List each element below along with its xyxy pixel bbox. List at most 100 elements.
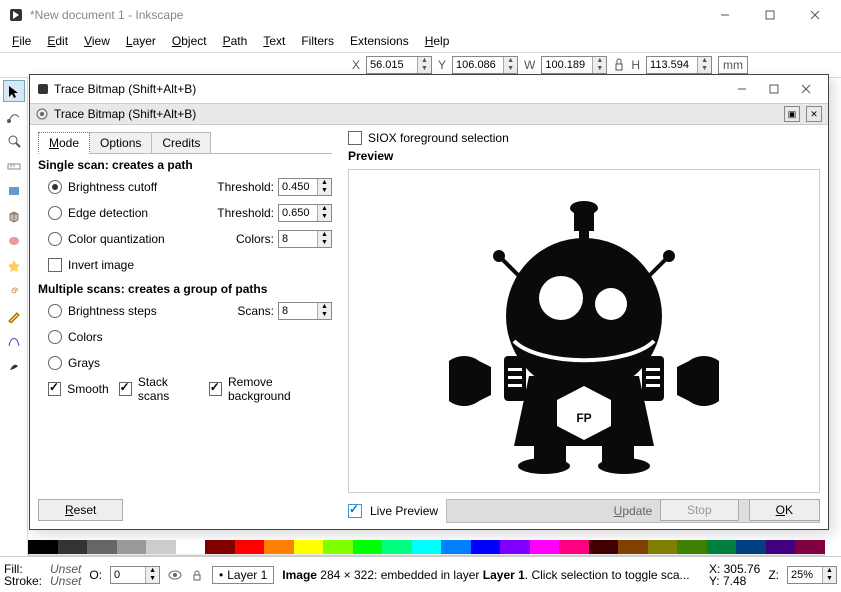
pencil-tool[interactable] bbox=[3, 305, 25, 327]
measure-tool[interactable] bbox=[3, 155, 25, 177]
coord-x-input[interactable]: ▲▼ bbox=[366, 56, 432, 74]
color-palette[interactable] bbox=[28, 540, 825, 554]
tab-credits[interactable]: Credits bbox=[151, 132, 211, 154]
swatch[interactable] bbox=[618, 540, 648, 554]
spiral-tool[interactable] bbox=[3, 280, 25, 302]
swatch[interactable] bbox=[441, 540, 471, 554]
ellipse-tool[interactable] bbox=[3, 230, 25, 252]
bezier-tool[interactable] bbox=[3, 330, 25, 352]
rect-tool[interactable] bbox=[3, 180, 25, 202]
menu-view[interactable]: View bbox=[76, 32, 118, 50]
input-scans[interactable]: ▲▼ bbox=[278, 302, 332, 320]
dialog-tab-close-icon[interactable]: ✕ bbox=[806, 106, 822, 122]
swatch[interactable] bbox=[648, 540, 678, 554]
checkbox-remove-background[interactable] bbox=[209, 382, 222, 396]
swatch[interactable] bbox=[412, 540, 442, 554]
opacity-input[interactable]: ▲▼ bbox=[110, 566, 160, 584]
radio-grays[interactable] bbox=[48, 356, 62, 370]
selector-tool[interactable] bbox=[3, 80, 25, 102]
checkbox-invert-image[interactable] bbox=[48, 258, 62, 272]
3dbox-tool[interactable] bbox=[3, 205, 25, 227]
ok-button[interactable]: OK bbox=[749, 499, 820, 521]
coord-h-input[interactable]: ▲▼ bbox=[646, 56, 712, 74]
close-button[interactable] bbox=[792, 1, 837, 29]
dialog-minimize-button[interactable] bbox=[726, 75, 758, 103]
dock-icon[interactable] bbox=[36, 108, 48, 120]
reset-button[interactable]: Reset bbox=[38, 499, 123, 521]
radio-color-quantization[interactable] bbox=[48, 232, 62, 246]
menu-object[interactable]: Object bbox=[164, 32, 215, 50]
radio-edge-detection[interactable] bbox=[48, 206, 62, 220]
swatch[interactable] bbox=[28, 540, 58, 554]
input-quant-colors[interactable]: ▲▼ bbox=[278, 230, 332, 248]
lock-icon[interactable] bbox=[613, 56, 625, 74]
fill-value[interactable]: Unset bbox=[50, 563, 81, 575]
swatch[interactable] bbox=[205, 540, 235, 554]
dialog-undock-icon[interactable]: ▣ bbox=[784, 106, 800, 122]
window-title: *New document 1 - Inkscape bbox=[30, 8, 702, 22]
swatch[interactable] bbox=[559, 540, 589, 554]
swatch[interactable] bbox=[500, 540, 530, 554]
menu-text[interactable]: Text bbox=[255, 32, 293, 50]
dialog-maximize-button[interactable] bbox=[758, 75, 790, 103]
dialog-close-button[interactable] bbox=[790, 75, 822, 103]
maximize-button[interactable] bbox=[747, 1, 792, 29]
swatch[interactable] bbox=[736, 540, 766, 554]
checkbox-smooth[interactable] bbox=[48, 382, 61, 396]
stroke-value[interactable]: Unset bbox=[50, 575, 81, 587]
radio-brightness-steps[interactable] bbox=[48, 304, 62, 318]
swatch[interactable] bbox=[677, 540, 707, 554]
preview-image: FP bbox=[449, 186, 719, 476]
status-message: Image 284 × 322: embedded in layer Layer… bbox=[282, 568, 701, 582]
tab-mode[interactable]: Mode bbox=[38, 132, 90, 154]
swatch[interactable] bbox=[146, 540, 176, 554]
label-stack-scans: Stack scans bbox=[138, 375, 199, 403]
swatch[interactable] bbox=[58, 540, 88, 554]
node-tool[interactable] bbox=[3, 105, 25, 127]
swatch[interactable] bbox=[766, 540, 796, 554]
input-edge-threshold[interactable]: ▲▼ bbox=[278, 204, 332, 222]
swatch[interactable] bbox=[382, 540, 412, 554]
swatch[interactable] bbox=[471, 540, 501, 554]
visibility-icon[interactable] bbox=[168, 568, 182, 582]
minimize-button[interactable] bbox=[702, 1, 747, 29]
menu-layer[interactable]: Layer bbox=[118, 32, 164, 50]
swatch[interactable] bbox=[323, 540, 353, 554]
menu-extensions[interactable]: Extensions bbox=[342, 32, 417, 50]
tab-options[interactable]: Options bbox=[89, 132, 152, 154]
coord-y-input[interactable]: ▲▼ bbox=[452, 56, 518, 74]
zoom-input[interactable]: ▲▼ bbox=[787, 566, 837, 584]
multiple-scans-heading: Multiple scans: creates a group of paths bbox=[38, 282, 332, 296]
menu-edit[interactable]: Edit bbox=[39, 32, 76, 50]
radio-brightness-cutoff[interactable] bbox=[48, 180, 62, 194]
dialog-tabs: Mode Options Credits bbox=[38, 131, 332, 154]
checkbox-siox[interactable] bbox=[348, 131, 362, 145]
swatch[interactable] bbox=[707, 540, 737, 554]
swatch[interactable] bbox=[264, 540, 294, 554]
menu-help[interactable]: Help bbox=[417, 32, 458, 50]
swatch[interactable] bbox=[235, 540, 265, 554]
radio-colors[interactable] bbox=[48, 330, 62, 344]
swatch[interactable] bbox=[353, 540, 383, 554]
label-colors: Colors bbox=[68, 330, 332, 344]
calligraphy-tool[interactable] bbox=[3, 355, 25, 377]
swatch[interactable] bbox=[589, 540, 619, 554]
star-tool[interactable] bbox=[3, 255, 25, 277]
input-brightness-threshold[interactable]: ▲▼ bbox=[278, 178, 332, 196]
unit-label[interactable]: mm bbox=[718, 56, 748, 74]
menu-path[interactable]: Path bbox=[215, 32, 256, 50]
menu-filters[interactable]: Filters bbox=[293, 32, 342, 50]
swatch[interactable] bbox=[294, 540, 324, 554]
zoom-tool[interactable] bbox=[3, 130, 25, 152]
menu-file[interactable]: File bbox=[4, 32, 39, 50]
swatch[interactable] bbox=[176, 540, 206, 554]
checkbox-stack-scans[interactable] bbox=[119, 382, 132, 396]
swatch[interactable] bbox=[87, 540, 117, 554]
stop-button[interactable]: Stop bbox=[660, 499, 739, 521]
layer-selector[interactable]: • Layer 1 bbox=[212, 566, 274, 584]
swatch[interactable] bbox=[117, 540, 147, 554]
coord-w-input[interactable]: ▲▼ bbox=[541, 56, 607, 74]
swatch[interactable] bbox=[530, 540, 560, 554]
lock-layer-icon[interactable] bbox=[190, 568, 204, 582]
swatch[interactable] bbox=[795, 540, 825, 554]
